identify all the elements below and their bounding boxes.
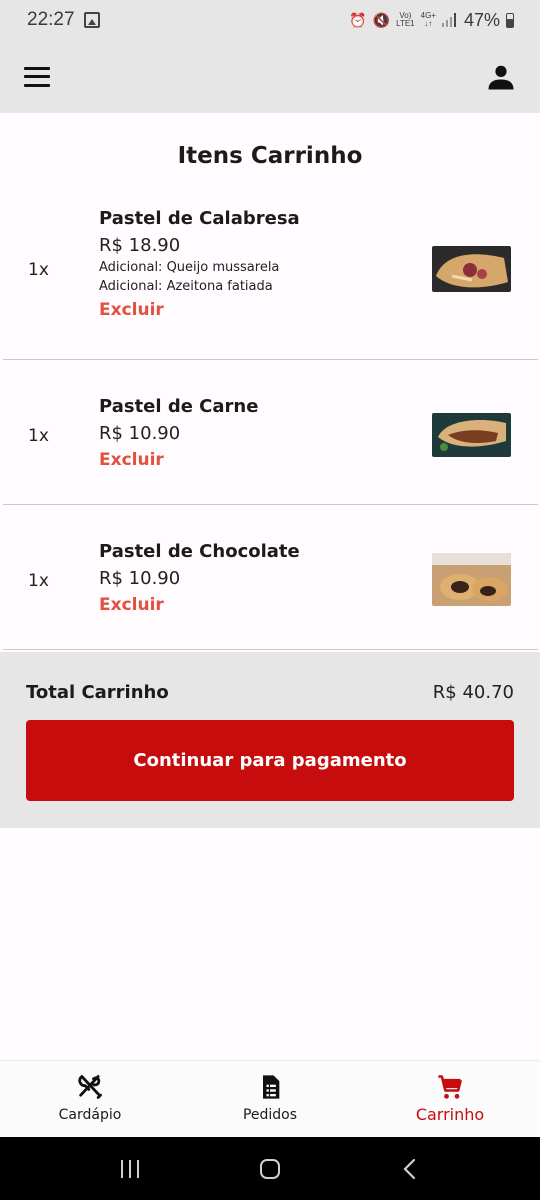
- gallery-icon: [83, 12, 100, 28]
- status-time: 22:27: [27, 9, 75, 30]
- item-name: Pastel de Calabresa: [99, 208, 300, 229]
- item-info: Pastel de Chocolate R$ 10.90 Excluir: [99, 541, 300, 615]
- user-icon[interactable]: [486, 62, 516, 92]
- cart-icon: [438, 1075, 462, 1099]
- home-icon[interactable]: [258, 1157, 282, 1181]
- alarm-icon: ⏰: [349, 12, 367, 28]
- item-addon: Adicional: Queijo mussarela: [99, 260, 280, 275]
- cart-item: 1x Pastel de Carne R$ 10.90 Excluir: [3, 360, 538, 505]
- menu-icon[interactable]: [24, 66, 50, 87]
- mute-icon: 🔇: [372, 12, 391, 28]
- delete-item-button[interactable]: Excluir: [99, 595, 300, 615]
- utensils-icon: [78, 1075, 102, 1099]
- item-addon: Adicional: Azeitona fatiada: [99, 279, 273, 294]
- nav-label: Cardápio: [58, 1107, 122, 1123]
- status-icons: ⏰ 🔇 Vo) LTE1 4G+ ↓↑ 47%: [349, 10, 514, 31]
- back-icon[interactable]: [398, 1157, 422, 1181]
- data-arrows: ↓↑: [424, 19, 433, 28]
- cart-item: 1x Pastel de Calabresa R$ 18.90 Adiciona…: [3, 198, 538, 360]
- item-quantity: 1x: [28, 426, 49, 446]
- item-image: [432, 413, 511, 457]
- delete-item-button[interactable]: Excluir: [99, 450, 258, 470]
- nav-item-cardapio[interactable]: Cardápio: [0, 1061, 180, 1137]
- item-image: [432, 553, 511, 606]
- item-name: Pastel de Chocolate: [99, 541, 300, 562]
- nav-item-carrinho[interactable]: Carrinho: [360, 1061, 540, 1137]
- recents-icon[interactable]: [118, 1158, 142, 1180]
- bottom-nav: Cardápio Pedidos Carrinho: [0, 1060, 540, 1137]
- nav-label: Pedidos: [242, 1107, 298, 1123]
- item-quantity: 1x: [28, 571, 49, 591]
- network-gen-indicator: 4G+ ↓↑: [421, 12, 436, 28]
- nav-label: Carrinho: [415, 1105, 485, 1124]
- app-bar: [0, 40, 540, 113]
- system-nav-bar: [0, 1137, 540, 1200]
- item-price: R$ 10.90: [99, 568, 181, 589]
- total-label: Total Carrinho: [26, 682, 169, 703]
- item-price: R$ 18.90: [99, 235, 181, 256]
- status-bar: 22:27 ⏰ 🔇 Vo) LTE1 4G+ ↓↑ 47%: [0, 0, 540, 40]
- lte-label: LTE1: [396, 19, 415, 28]
- continue-payment-button[interactable]: Continuar para pagamento: [26, 720, 514, 801]
- item-image: [432, 246, 511, 292]
- page-title: Itens Carrinho: [177, 143, 363, 169]
- item-info: Pastel de Carne R$ 10.90 Excluir: [99, 396, 258, 470]
- nav-item-pedidos[interactable]: Pedidos: [180, 1061, 360, 1137]
- total-value: R$ 40.70: [432, 682, 514, 703]
- item-info: Pastel de Calabresa R$ 18.90 Adicional: …: [99, 208, 300, 320]
- item-name: Pastel de Carne: [99, 396, 259, 417]
- cart-item: 1x Pastel de Chocolate R$ 10.90 Excluir: [3, 505, 538, 650]
- battery-percent: 47%: [463, 9, 500, 30]
- cart-summary: Total Carrinho R$ 40.70 Continuar para p…: [0, 652, 540, 828]
- item-quantity: 1x: [28, 260, 49, 280]
- document-icon: [263, 1075, 280, 1099]
- delete-item-button[interactable]: Excluir: [99, 300, 300, 320]
- item-price: R$ 10.90: [99, 423, 181, 444]
- volte-indicator: Vo) LTE1: [396, 12, 415, 28]
- signal-icon: [441, 13, 456, 27]
- battery-icon: [506, 12, 514, 28]
